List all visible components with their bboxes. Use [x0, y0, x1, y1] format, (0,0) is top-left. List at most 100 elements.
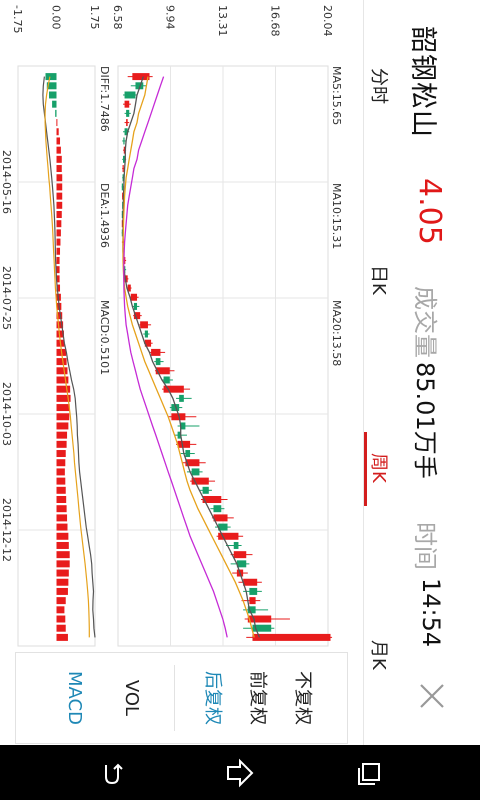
- macd-bar: [56, 128, 59, 136]
- candle-body: [177, 440, 191, 448]
- macd-bar: [56, 541, 69, 549]
- macd-bar: [56, 587, 68, 595]
- candle-body: [243, 578, 258, 586]
- price-tick-label: 13.31: [216, 5, 229, 37]
- back-icon: [105, 763, 123, 785]
- macd-bar: [56, 211, 62, 218]
- date-label: 2014-10-03: [0, 382, 13, 446]
- option-vol[interactable]: VOL: [121, 653, 142, 743]
- macd-bar: [56, 440, 67, 448]
- macd-bar: [56, 385, 71, 393]
- panel-divider: [174, 665, 175, 731]
- option-macd[interactable]: MACD: [64, 653, 85, 743]
- option-forward-adjust[interactable]: 前复权: [246, 653, 272, 743]
- candle-body: [233, 541, 239, 549]
- macd-bar: [56, 376, 69, 384]
- macd-bar: [56, 238, 61, 246]
- option-backward-adjust[interactable]: 后复权: [201, 653, 227, 743]
- system-nav-bar: [0, 745, 480, 800]
- candle-body: [155, 358, 161, 366]
- macd-bar: [56, 496, 67, 503]
- candle-body: [163, 376, 170, 384]
- diff-label: DIFF:1.7486: [98, 66, 111, 132]
- recent-apps-button[interactable]: [352, 755, 388, 791]
- candle-body: [140, 321, 148, 329]
- candle-body: [179, 394, 184, 402]
- period-tabs: 分时 日K 周K 月K: [363, 0, 393, 745]
- macd-bar: [56, 192, 63, 200]
- home-button[interactable]: [222, 755, 258, 791]
- tab-intraday[interactable]: 分时: [367, 68, 393, 104]
- macd-bar: [56, 367, 68, 375]
- candle-body: [233, 551, 247, 559]
- macd-bar: [56, 468, 65, 476]
- time-label: 时间: [411, 522, 439, 570]
- candle-body: [213, 514, 228, 522]
- candle-body: [124, 91, 136, 99]
- price-axis: 20.04 16.68 13.31 9.94 6.58: [111, 5, 334, 37]
- candle-body: [124, 100, 130, 108]
- close-button[interactable]: [412, 676, 452, 716]
- back-button[interactable]: [94, 755, 130, 791]
- macd-bar: [56, 486, 66, 494]
- macd-bar: [56, 155, 62, 163]
- candle-body: [122, 165, 124, 173]
- macd-bar: [56, 624, 66, 632]
- date-label: 2014-12-12: [0, 498, 13, 562]
- macd-bar: [56, 165, 62, 173]
- price-tick-label: 20.04: [321, 5, 334, 37]
- candle-body: [185, 450, 191, 458]
- macd-tick-label: 1.75: [88, 5, 101, 30]
- macd-bar: [52, 100, 57, 108]
- kline-chart[interactable]: MA5:15.65 MA10:15.31 MA20:13.58 20.04 16.…: [0, 0, 363, 745]
- app-screen: 韶钢松山 4.05 成交量 85.01万手 时间 14:54 分时 日K 周K …: [0, 0, 480, 800]
- macd-bar: [56, 633, 68, 641]
- candles: [121, 73, 333, 641]
- macd-bar: [56, 119, 58, 127]
- candle-body: [191, 468, 200, 476]
- ma10-label: MA10:15.31: [330, 183, 343, 249]
- price-tick-label: 9.94: [164, 5, 177, 30]
- macd-bar: [55, 109, 57, 117]
- macd-bar: [56, 201, 63, 209]
- macd-bar: [49, 91, 57, 99]
- close-icon: [420, 684, 444, 708]
- candle-body: [123, 137, 125, 145]
- candle-body: [133, 302, 138, 310]
- date-axis: 2014-05-16 2014-07-25 2014-10-03 2014-12-12: [0, 150, 13, 562]
- macd-bar: [56, 229, 61, 237]
- volume-label: 成交量: [411, 286, 439, 358]
- macd-bar: [56, 266, 60, 274]
- macd-bar: [56, 422, 69, 430]
- macd-tick-label: 0.00: [50, 5, 63, 30]
- tab-monthly-k[interactable]: 月K: [367, 640, 393, 670]
- volume-value: 85.01万手: [411, 362, 439, 479]
- price-tick-label: 16.68: [269, 5, 282, 37]
- candle-body: [213, 505, 222, 513]
- candle-body: [249, 597, 256, 605]
- candle-body: [121, 183, 123, 191]
- candle-body: [202, 486, 209, 494]
- dea-label: DEA:1.4936: [98, 183, 111, 248]
- price-tick-label: 6.58: [111, 5, 124, 30]
- recent-apps-icon: [358, 763, 380, 785]
- chart-frame: [17, 65, 329, 647]
- macd-bar: [56, 413, 70, 421]
- macd-bar: [45, 73, 57, 81]
- macd-bar: [56, 505, 67, 513]
- candle-body: [247, 615, 272, 623]
- macd-bar: [56, 183, 63, 191]
- tab-daily-k[interactable]: 日K: [367, 265, 393, 295]
- macd-bar: [56, 560, 70, 568]
- time-value: 14:54: [417, 578, 445, 648]
- macd-bar: [56, 606, 65, 614]
- macd-bar: [56, 450, 66, 458]
- macd-bar: [56, 551, 70, 559]
- option-no-adjust[interactable]: 不复权: [291, 653, 317, 743]
- macd-bar: [56, 247, 61, 255]
- adjustment-panel: 不复权 前复权 后复权 VOL MACD: [15, 652, 348, 744]
- tab-weekly-k[interactable]: 周K: [367, 453, 393, 483]
- macd-bar: [56, 523, 68, 531]
- macd-bar: [56, 578, 69, 586]
- macd-bar: [56, 256, 60, 264]
